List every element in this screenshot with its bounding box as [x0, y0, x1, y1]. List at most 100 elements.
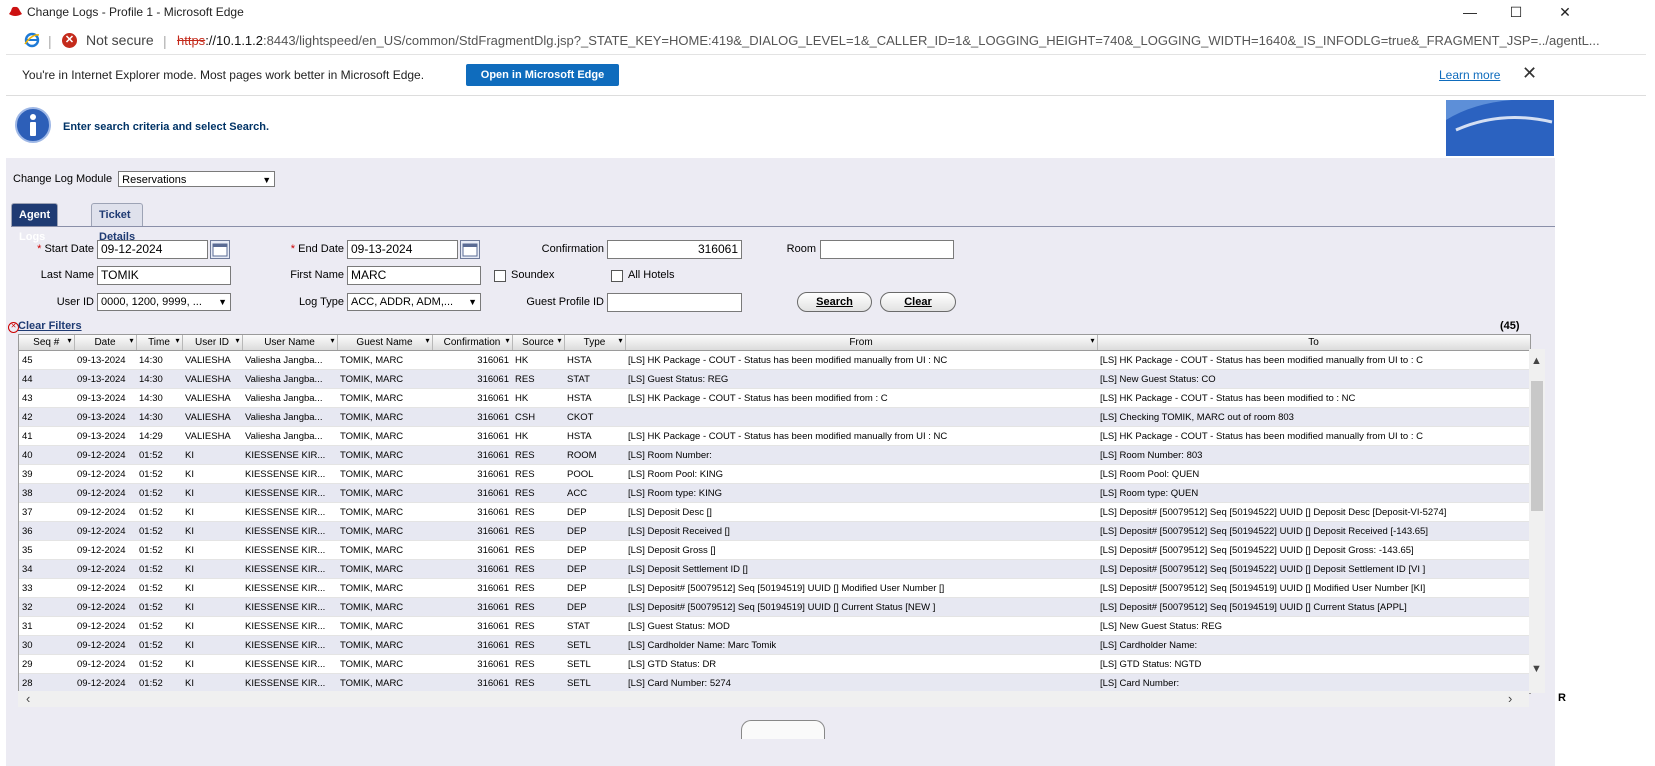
- close-window-button[interactable]: ✕: [1545, 2, 1585, 22]
- module-select[interactable]: Reservations ▼: [118, 171, 276, 187]
- table-cell: DEP: [564, 597, 625, 617]
- column-filter-icon[interactable]: ▾: [557, 336, 561, 345]
- minimize-button[interactable]: —: [1450, 2, 1490, 22]
- table-cell: 43: [19, 388, 74, 408]
- close-infobar-button[interactable]: ✕: [1522, 63, 1537, 84]
- column-filter-icon[interactable]: ▾: [505, 336, 509, 345]
- scroll-down-icon[interactable]: ▼: [1531, 663, 1542, 675]
- last-name-field[interactable]: TOMIK: [97, 266, 231, 285]
- clear-button[interactable]: Clear: [880, 292, 956, 312]
- column-filter-icon[interactable]: ▾: [67, 336, 71, 345]
- column-header[interactable]: Date ▾: [74, 335, 137, 351]
- column-header[interactable]: Seq # ▾: [19, 335, 75, 351]
- scroll-thumb[interactable]: [1531, 381, 1543, 511]
- table-row[interactable]: 37 09-12-2024 01:52 KI KIESSENSE KIR... TOMIK…: [19, 502, 1530, 522]
- column-filter-icon[interactable]: ▾: [425, 336, 429, 345]
- table-row[interactable]: 36 09-12-2024 01:52 KI KIESSENSE KIR... TOMIK…: [19, 521, 1530, 541]
- column-header[interactable]: Time ▾: [136, 335, 183, 351]
- not-secure-label[interactable]: Not secure: [86, 32, 154, 48]
- column-header[interactable]: User Name ▾: [242, 335, 338, 351]
- column-header[interactable]: Type ▾: [564, 335, 626, 351]
- scroll-left-icon[interactable]: ‹: [26, 691, 30, 706]
- table-cell: 09-13-2024: [74, 350, 136, 370]
- table-row[interactable]: 42 09-13-2024 14:30 VALIESHA Valiesha Jangba…: [19, 407, 1530, 427]
- start-date-field[interactable]: 09-12-2024: [97, 240, 208, 259]
- table-cell: KI: [182, 445, 242, 465]
- table-cell: [LS] HK Package - COUT - Status has been…: [625, 426, 1097, 446]
- not-secure-icon[interactable]: ✕: [62, 33, 77, 48]
- footer-button-partial[interactable]: [741, 720, 825, 739]
- table-row[interactable]: 38 09-12-2024 01:52 KI KIESSENSE KIR... TOMIK…: [19, 483, 1530, 503]
- end-date-calendar-icon[interactable]: [460, 240, 480, 259]
- address-bar[interactable]: | ✕ Not secure | https://10.1.1.2:8443/l…: [6, 28, 1646, 55]
- table-row[interactable]: 35 09-12-2024 01:52 KI KIESSENSE KIR... TOMIK…: [19, 540, 1530, 560]
- column-header[interactable]: Confirmation ▾: [432, 335, 513, 351]
- column-filter-icon[interactable]: ▾: [1090, 336, 1094, 345]
- user-id-select[interactable]: 0000, 1200, 9999, ... ▼: [97, 293, 231, 311]
- search-button[interactable]: Search: [797, 292, 872, 312]
- scroll-right-icon[interactable]: ›: [1508, 691, 1512, 706]
- column-filter-icon[interactable]: ▾: [330, 336, 334, 345]
- column-header[interactable]: User ID ▾: [182, 335, 243, 351]
- column-header[interactable]: From ▾: [625, 335, 1098, 351]
- first-name-field[interactable]: MARC: [347, 266, 481, 285]
- scroll-up-icon[interactable]: ▲: [1531, 355, 1542, 367]
- table-row[interactable]: 41 09-13-2024 14:29 VALIESHA Valiesha Jangba…: [19, 426, 1530, 446]
- table-row[interactable]: 43 09-13-2024 14:30 VALIESHA Valiesha Jangba…: [19, 388, 1530, 408]
- table-row[interactable]: 31 09-12-2024 01:52 KI KIESSENSE KIR... TOMIK…: [19, 616, 1530, 636]
- column-filter-icon[interactable]: ▾: [235, 336, 239, 345]
- tab-agent-logs[interactable]: Agent Logs: [11, 203, 59, 243]
- table-row[interactable]: 28 09-12-2024 01:52 KI KIESSENSE KIR... TOMIK…: [19, 673, 1530, 693]
- tab-divider: [11, 226, 1555, 227]
- table-cell: [LS] Card Number: 5274: [625, 673, 1097, 693]
- table-cell: KI: [182, 559, 242, 579]
- table-cell: RES: [512, 369, 564, 389]
- column-filter-icon[interactable]: ▾: [129, 336, 133, 345]
- table-cell: VALIESHA: [182, 350, 242, 370]
- table-row[interactable]: 40 09-12-2024 01:52 KI KIESSENSE KIR... TOMIK…: [19, 445, 1530, 465]
- vertical-scrollbar[interactable]: ▲ ▼: [1529, 349, 1545, 693]
- table-cell: 09-12-2024: [74, 540, 136, 560]
- open-in-edge-button[interactable]: Open in Microsoft Edge: [466, 64, 619, 86]
- table-row[interactable]: 30 09-12-2024 01:52 KI KIESSENSE KIR... TOMIK…: [19, 635, 1530, 655]
- table-cell: 316061: [432, 616, 512, 636]
- column-header[interactable]: To: [1097, 335, 1530, 351]
- table-row[interactable]: 39 09-12-2024 01:52 KI KIESSENSE KIR... TOMIK…: [19, 464, 1530, 484]
- table-cell: STAT: [564, 369, 625, 389]
- tab-ticket-details[interactable]: Ticket Details: [91, 203, 144, 243]
- column-header-label: Date: [94, 337, 116, 348]
- room-field[interactable]: [820, 240, 954, 259]
- ie-mode-icon[interactable]: [24, 32, 40, 48]
- column-header-label: Seq #: [33, 337, 60, 348]
- horizontal-scrollbar[interactable]: ‹ ›: [18, 691, 1529, 707]
- table-cell: KIESSENSE KIR...: [242, 483, 337, 503]
- column-filter-icon[interactable]: ▾: [175, 336, 179, 345]
- table-cell: 09-13-2024: [74, 426, 136, 446]
- column-header-label: To: [1308, 337, 1319, 348]
- table-row[interactable]: 29 09-12-2024 01:52 KI KIESSENSE KIR... TOMIK…: [19, 654, 1530, 674]
- table-row[interactable]: 32 09-12-2024 01:52 KI KIESSENSE KIR... TOMIK…: [19, 597, 1530, 617]
- table-cell: RES: [512, 578, 564, 598]
- log-type-select[interactable]: ACC, ADDR, ADM,... ▼: [347, 293, 481, 311]
- column-header[interactable]: Source ▾: [512, 335, 565, 351]
- clear-filters-link[interactable]: Clear Filters: [18, 320, 82, 332]
- start-date-calendar-icon[interactable]: [210, 240, 230, 259]
- table-cell: 01:52: [136, 635, 182, 655]
- table-cell: VALIESHA: [182, 407, 242, 427]
- all-hotels-checkbox[interactable]: [611, 270, 623, 282]
- maximize-button[interactable]: ☐: [1496, 2, 1536, 22]
- table-row[interactable]: 44 09-13-2024 14:30 VALIESHA Valiesha Jangba…: [19, 369, 1530, 389]
- table-row[interactable]: 33 09-12-2024 01:52 KI KIESSENSE KIR... TOMIK…: [19, 578, 1530, 598]
- table-row[interactable]: 45 09-13-2024 14:30 VALIESHA Valiesha Jangba…: [19, 350, 1530, 370]
- confirmation-field[interactable]: 316061: [607, 240, 742, 259]
- table-cell: [LS] Deposit Settlement ID []: [625, 559, 1097, 579]
- soundex-checkbox[interactable]: [494, 270, 506, 282]
- url-text[interactable]: https://10.1.1.2:8443/lightspeed/en_US/c…: [177, 33, 1627, 48]
- table-cell: KIESSENSE KIR...: [242, 502, 337, 522]
- learn-more-link[interactable]: Learn more: [1439, 68, 1500, 82]
- column-filter-icon[interactable]: ▾: [618, 336, 622, 345]
- end-date-field[interactable]: 09-13-2024: [347, 240, 458, 259]
- column-header[interactable]: Guest Name ▾: [337, 335, 433, 351]
- table-row[interactable]: 34 09-12-2024 01:52 KI KIESSENSE KIR... TOMIK…: [19, 559, 1530, 579]
- guest-profile-field[interactable]: [607, 293, 742, 312]
